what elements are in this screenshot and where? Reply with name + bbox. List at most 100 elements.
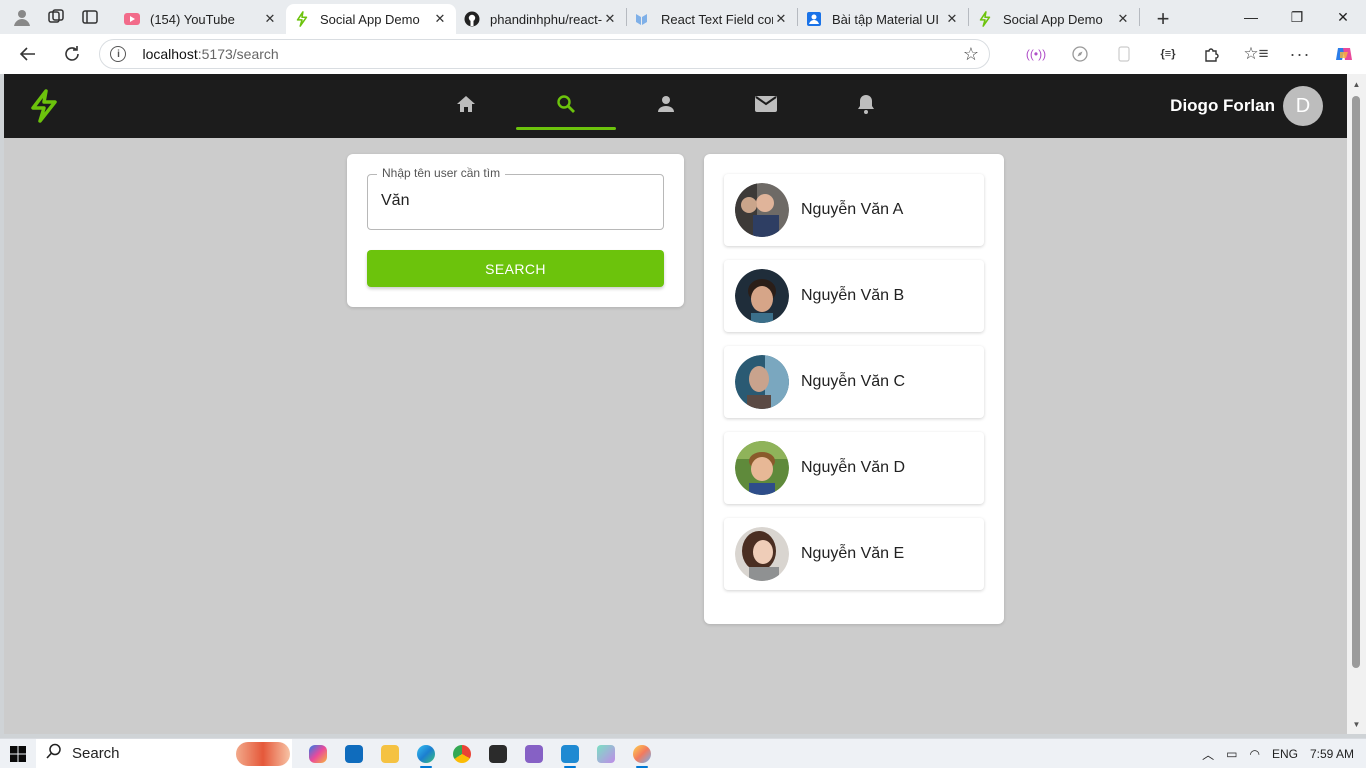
blank-extension-icon[interactable] xyxy=(1102,39,1146,69)
close-icon[interactable]: ✕ xyxy=(944,11,960,27)
classroom-icon xyxy=(806,11,822,27)
page-scrollbar[interactable]: ▲ ▼ xyxy=(1347,74,1366,734)
outlook-app-icon[interactable] xyxy=(336,739,372,768)
close-icon[interactable]: ✕ xyxy=(773,11,789,27)
tab-github[interactable]: phandinhphu/react- ✕ xyxy=(456,4,626,34)
close-window-button[interactable]: ✕ xyxy=(1320,0,1366,34)
favorite-star-icon[interactable]: ☆ xyxy=(963,44,979,65)
search-button[interactable]: SEARCH xyxy=(367,250,664,287)
git-client-icon[interactable] xyxy=(588,739,624,768)
copilot-icon[interactable] xyxy=(1322,39,1366,69)
result-name: Nguyễn Văn E xyxy=(801,545,905,562)
nav-profile[interactable] xyxy=(616,74,716,138)
bolt-icon xyxy=(294,11,310,27)
close-icon[interactable]: ✕ xyxy=(432,11,448,27)
paint-app-icon[interactable] xyxy=(624,739,660,768)
tab-mui-text-field[interactable]: React Text Field com ✕ xyxy=(627,4,797,34)
visual-studio-icon[interactable] xyxy=(516,739,552,768)
profile-icon[interactable] xyxy=(10,5,34,29)
taskbar-apps xyxy=(300,739,660,768)
user-photo xyxy=(735,527,789,581)
avatar[interactable]: D xyxy=(1283,86,1323,126)
minimize-button[interactable]: — xyxy=(1228,0,1274,34)
tab-social-app-demo-2[interactable]: Social App Demo ✕ xyxy=(969,4,1139,34)
search-field[interactable]: Nhập tên user cần tìm xyxy=(367,166,664,230)
nav-notifications[interactable] xyxy=(816,74,916,138)
edge-app-icon[interactable] xyxy=(408,739,444,768)
result-item[interactable]: Nguyễn Văn D xyxy=(724,432,984,504)
nav-search[interactable] xyxy=(516,74,616,138)
search-card: Nhập tên user cần tìm SEARCH xyxy=(347,154,684,307)
result-item[interactable]: Nguyễn Văn B xyxy=(724,260,984,332)
url-path: :5173/search xyxy=(197,46,279,62)
chevron-up-icon[interactable]: ︿ xyxy=(1202,746,1214,763)
tab-social-app-demo[interactable]: Social App Demo ✕ xyxy=(286,4,456,34)
clock[interactable]: 7:59 AM xyxy=(1310,747,1354,761)
broadcast-icon[interactable]: ((•)) xyxy=(1014,39,1058,69)
system-tray: ︿ ▭ ◠ ENG 7:59 AM xyxy=(1202,739,1366,768)
user-photo xyxy=(735,183,789,237)
browser-tab-strip: (154) YouTube ✕ Social App Demo ✕ phandi… xyxy=(0,0,1366,34)
tab-list: (154) YouTube ✕ Social App Demo ✕ phandi… xyxy=(116,0,1178,34)
search-input[interactable] xyxy=(381,192,651,210)
tab-title: Social App Demo xyxy=(1003,11,1103,27)
window-controls: — ❐ ✕ xyxy=(1228,0,1366,34)
chrome-app-icon[interactable] xyxy=(444,739,480,768)
site-info-icon[interactable]: i xyxy=(110,46,127,62)
compass-icon[interactable] xyxy=(1058,39,1102,69)
result-item[interactable]: Nguyễn Văn A xyxy=(724,174,984,246)
app-logo-bolt-icon[interactable] xyxy=(28,88,60,124)
vscode-app-icon[interactable] xyxy=(552,739,588,768)
result-name: Nguyễn Văn B xyxy=(801,287,905,304)
refresh-button[interactable] xyxy=(56,38,88,70)
result-name: Nguyễn Văn C xyxy=(801,373,906,390)
more-menu-icon[interactable]: ··· xyxy=(1278,39,1322,69)
url-host: localhost xyxy=(142,46,198,62)
tab-actions-icon[interactable] xyxy=(78,5,102,29)
search-icon xyxy=(556,94,576,119)
restore-button[interactable]: ❐ xyxy=(1274,0,1320,34)
back-button[interactable] xyxy=(12,38,44,70)
new-tab-button[interactable]: + xyxy=(1148,4,1178,34)
extensions-puzzle-icon[interactable] xyxy=(1190,39,1234,69)
copilot-app-icon[interactable] xyxy=(300,739,336,768)
scroll-up-icon[interactable]: ▲ xyxy=(1347,76,1366,92)
tab-title: React Text Field com xyxy=(661,11,773,27)
battery-icon[interactable]: ▭ xyxy=(1226,747,1237,761)
tab-classroom[interactable]: Bài tập Material UI ✕ xyxy=(798,4,968,34)
terminal-app-icon[interactable] xyxy=(480,739,516,768)
bolt-icon xyxy=(977,11,993,27)
user-menu[interactable]: Diogo Forlan D xyxy=(1170,86,1323,126)
search-results-card: Nguyễn Văn A Nguyễn Văn B Nguyễn Văn C N… xyxy=(704,154,1004,624)
user-photo xyxy=(735,441,789,495)
nav-messages[interactable] xyxy=(716,74,816,138)
extensions-bar: ((•)) {≡} ☆≡ ··· xyxy=(1014,39,1366,69)
main-nav xyxy=(416,74,916,138)
json-extension-icon[interactable]: {≡} xyxy=(1146,39,1190,69)
close-icon[interactable]: ✕ xyxy=(602,11,618,27)
favorites-icon[interactable]: ☆≡ xyxy=(1234,39,1278,69)
close-icon[interactable]: ✕ xyxy=(1115,11,1131,27)
result-name: Nguyễn Văn D xyxy=(801,459,906,476)
youtube-icon xyxy=(124,11,140,27)
taskbar-search[interactable]: Search xyxy=(36,738,292,768)
nav-home[interactable] xyxy=(416,74,516,138)
windows-start-icon[interactable] xyxy=(0,739,36,768)
result-item[interactable]: Nguyễn Văn E xyxy=(724,518,984,590)
scroll-down-icon[interactable]: ▼ xyxy=(1347,716,1366,732)
wifi-icon[interactable]: ◠ xyxy=(1249,747,1259,761)
close-icon[interactable]: ✕ xyxy=(262,11,278,27)
tab-title: Social App Demo xyxy=(320,11,420,27)
result-name: Nguyễn Văn A xyxy=(801,201,904,218)
workspaces-icon[interactable] xyxy=(44,5,68,29)
result-item[interactable]: Nguyễn Văn C xyxy=(724,346,984,418)
user-name: Diogo Forlan xyxy=(1170,96,1275,115)
file-explorer-icon[interactable] xyxy=(372,739,408,768)
address-bar[interactable]: i localhost:5173/search ☆ xyxy=(99,39,991,69)
url-text[interactable]: localhost:5173/search xyxy=(142,46,278,62)
tab-youtube[interactable]: (154) YouTube ✕ xyxy=(116,4,286,34)
scrollbar-thumb[interactable] xyxy=(1352,96,1360,668)
browser-toolbar: i localhost:5173/search ☆ ((•)) {≡} ☆≡ ·… xyxy=(0,34,1366,74)
language-indicator[interactable]: ENG xyxy=(1272,747,1298,761)
user-photo xyxy=(735,355,789,409)
